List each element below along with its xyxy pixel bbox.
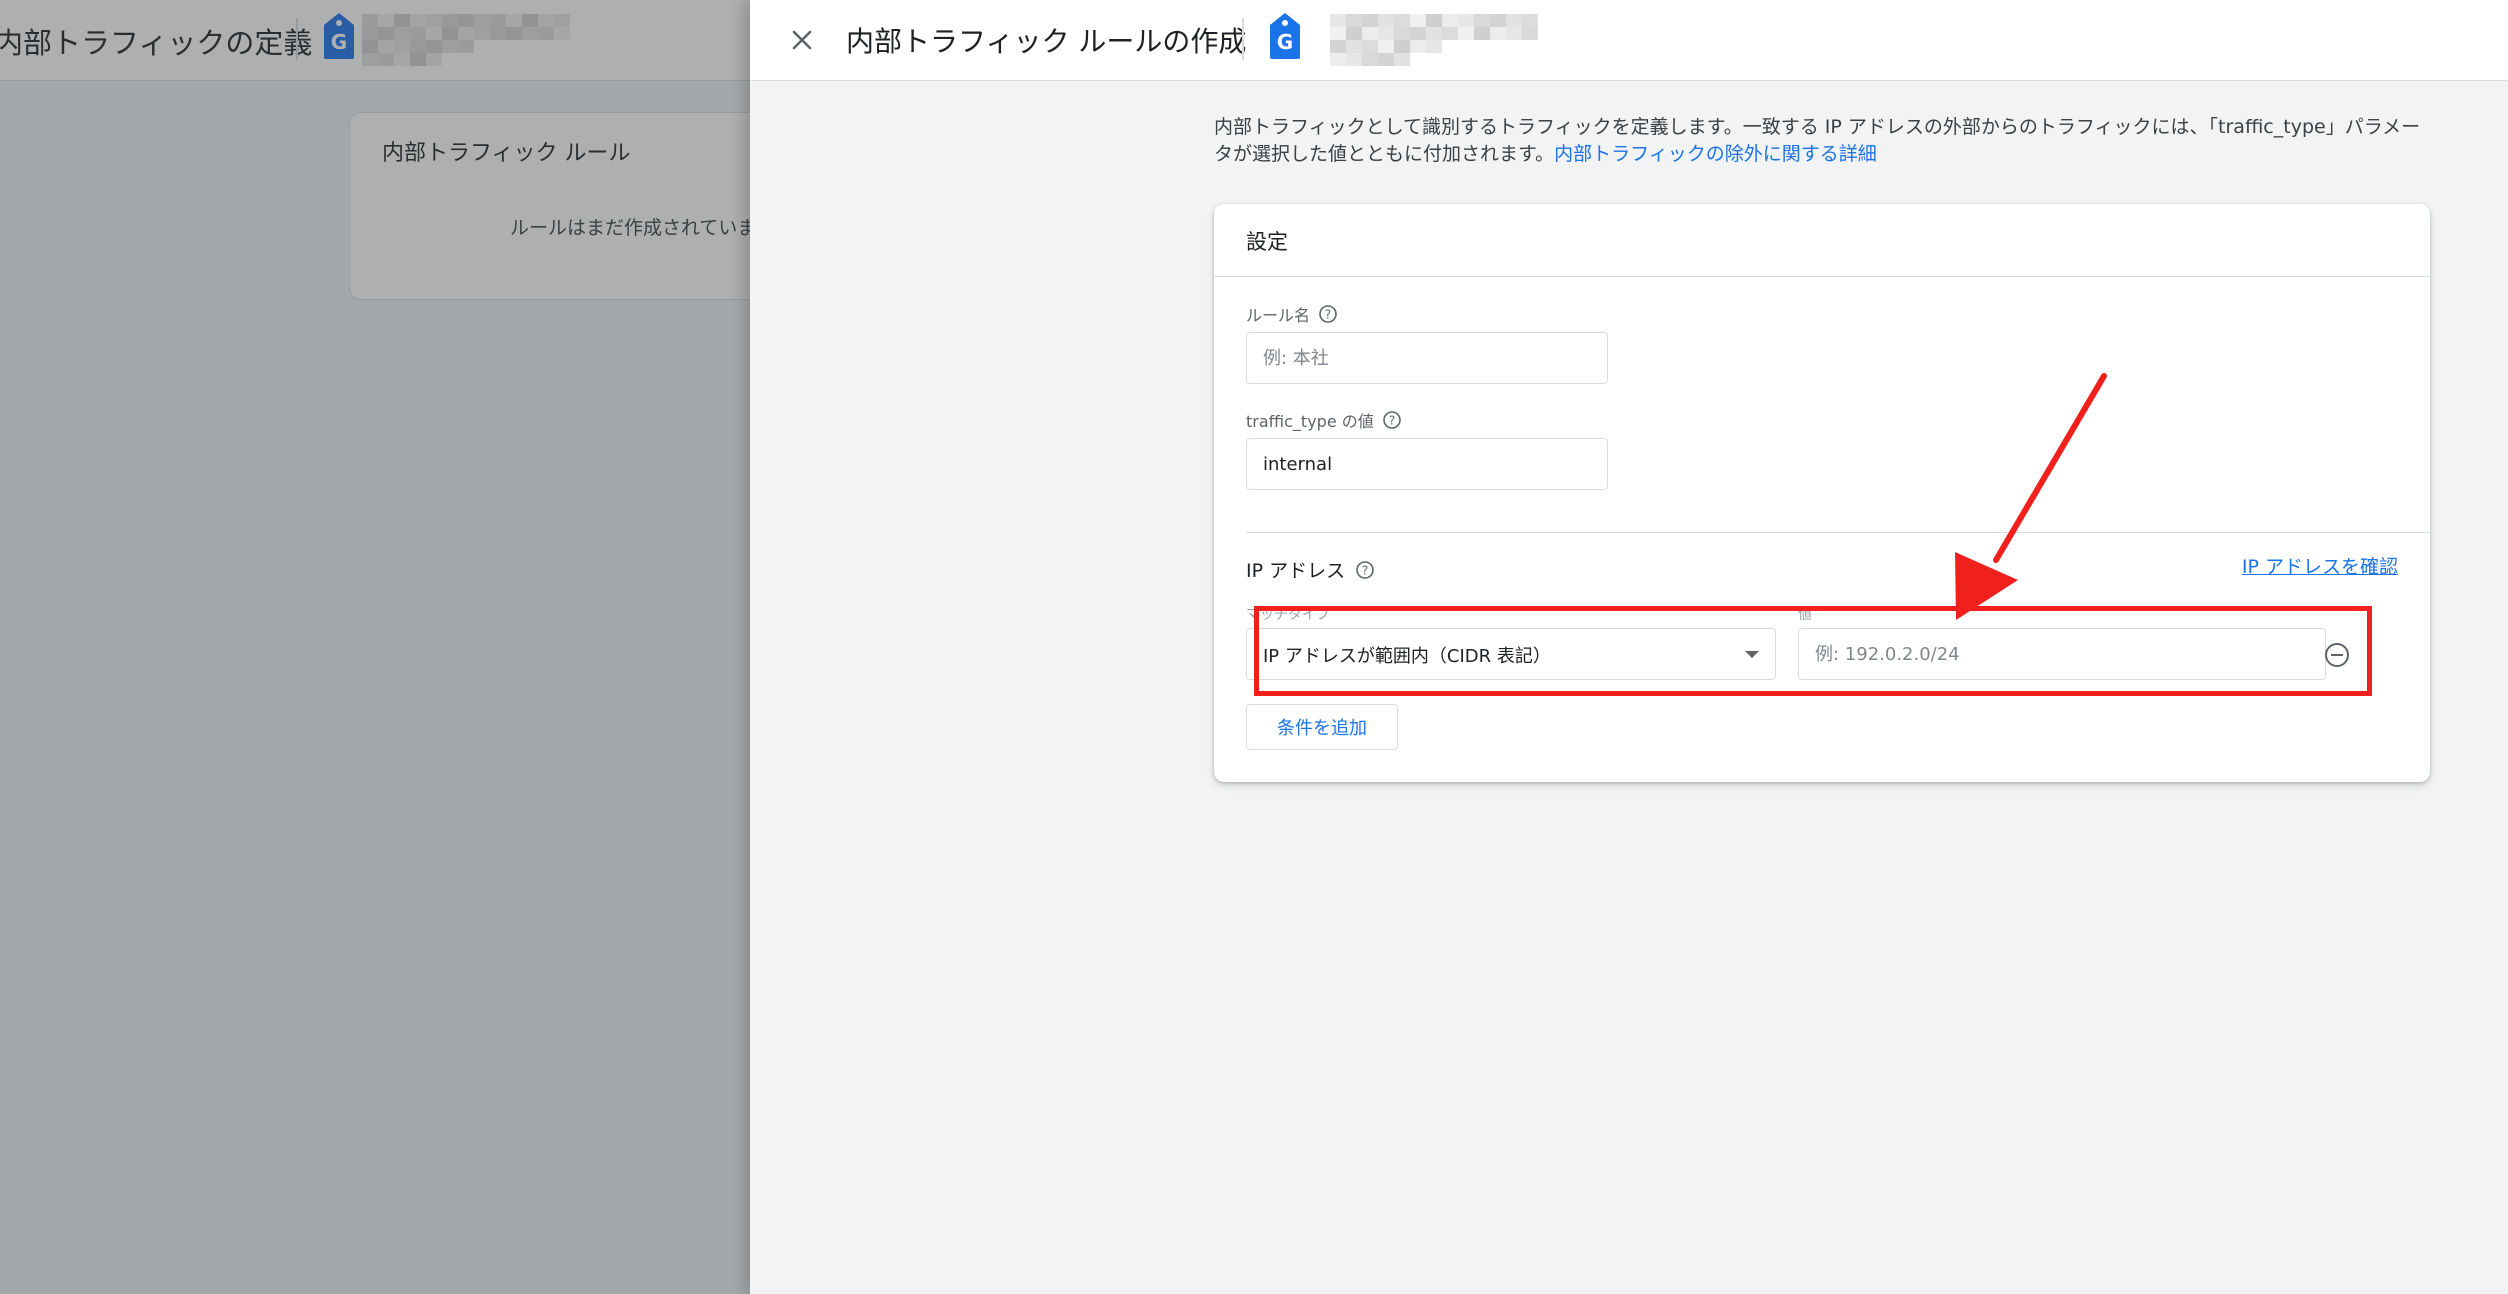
redaction-block [1394,40,1410,53]
redaction-block [1410,14,1426,27]
redaction-block [1378,53,1394,66]
redaction-block [1362,27,1378,40]
redaction-block [1442,53,1458,66]
traffic-type-label-text: traffic_type の値 [1246,412,1374,431]
redaction-block [1490,14,1506,27]
redaction-block [1410,40,1426,53]
redaction-block [1506,14,1522,27]
redaction-block [1506,27,1522,40]
header-divider [1242,18,1244,60]
add-condition-button[interactable]: 条件を追加 [1246,704,1398,750]
redaction-block [1394,53,1410,66]
svg-text:?: ? [1362,563,1368,577]
ip-value-input[interactable] [1798,628,2326,680]
svg-text:?: ? [1389,414,1395,428]
redaction-block [1410,53,1426,66]
redaction-block [1458,40,1474,53]
redaction-block [1426,14,1442,27]
redaction-block [1458,53,1474,66]
traffic-type-label: traffic_type の値 ? [1246,408,1402,432]
rule-name-input[interactable] [1246,332,1608,384]
description-line: タが選択した値とともに付加されます。 [1214,143,1555,165]
redaction-block [1474,27,1490,40]
value-label: 値 [1798,607,1812,623]
redaction-block [1426,40,1442,53]
redaction-block [1362,14,1378,27]
traffic-type-input[interactable] [1246,438,1608,490]
match-type-label: マッチタイプ [1246,607,1330,623]
settings-card: 設定 ルール名 ? traffic_type の値 ? IP アドレス ? [1214,204,2430,782]
redaction-block [1490,53,1506,66]
redaction-block [1410,27,1426,40]
divider [1214,276,2430,277]
redaction-block [1346,14,1362,27]
redaction-block [1490,40,1506,53]
background-page: 内部トラフィックの定義 G 内部トラフィック ルール ルールはまだ作成されていま [0,0,750,1294]
overlay-scrim[interactable] [0,0,750,1294]
match-type-value: IP アドレスが範囲内（CIDR 表記） [1263,646,1551,667]
help-icon[interactable]: ? [1382,410,1402,430]
redaction-block [1346,53,1362,66]
close-icon[interactable] [782,20,822,60]
redaction-block [1330,14,1346,27]
redaction-block [1458,14,1474,27]
redaction-block [1474,14,1490,27]
redaction-block [1378,14,1394,27]
redaction-block [1458,27,1474,40]
redaction-block [1330,40,1346,53]
redaction-block [1346,27,1362,40]
redaction-block [1442,14,1458,27]
redaction-block [1426,27,1442,40]
redaction-block [1362,53,1378,66]
help-icon[interactable]: ? [1318,304,1338,324]
rule-name-label-text: ルール名 [1246,306,1311,325]
redaction-block [1346,40,1362,53]
redaction-block [1506,40,1522,53]
redaction-block [1522,40,1538,53]
redaction-block [1442,40,1458,53]
ip-address-title-text: IP アドレス [1246,560,1346,582]
redaction-block [1506,53,1522,66]
panel-header: 内部トラフィック ルールの作成 G [750,0,2508,81]
svg-text:?: ? [1325,308,1331,322]
redaction-block [1330,27,1346,40]
rule-name-label: ルール名 ? [1246,302,1338,326]
ip-address-section-title: IP アドレス ? [1246,556,1375,583]
redaction-block [1394,14,1410,27]
svg-text:G: G [1277,30,1293,54]
panel-title: 内部トラフィック ルールの作成 [846,25,1247,58]
remove-circle-icon[interactable] [2322,640,2352,670]
redaction-block [1362,40,1378,53]
help-icon[interactable]: ? [1355,560,1375,580]
create-rule-panel: 内部トラフィック ルールの作成 G 内部トラフィックとして識別するトラフィックを… [750,0,2508,1294]
divider [1246,532,2430,533]
google-tag-icon: G [1270,13,1300,59]
redaction-block [1378,27,1394,40]
redaction-block [1474,40,1490,53]
verify-ip-address-link[interactable]: IP アドレスを確認 [2242,552,2398,579]
panel-description: 内部トラフィックとして識別するトラフィックを定義します。一致する IP アドレス… [1214,114,2508,168]
redaction-block [1378,40,1394,53]
redaction-block [1490,27,1506,40]
redaction-block [1442,27,1458,40]
redaction-block [1522,53,1538,66]
redaction-block [1330,53,1346,66]
redaction-block [1522,27,1538,40]
learn-more-link[interactable]: 内部トラフィックの除外に関する詳細 [1554,143,1877,165]
match-type-select[interactable]: IP アドレスが範囲内（CIDR 表記） [1246,628,1776,680]
redaction-block [1474,53,1490,66]
redaction-block [1426,53,1442,66]
redaction-block [1394,27,1410,40]
redaction-block [1522,14,1538,27]
card-title: 設定 [1246,230,1288,254]
redacted-account-name [1330,14,1538,66]
description-line: 内部トラフィックとして識別するトラフィックを定義します。一致する IP アドレス… [1214,116,2421,138]
dropdown-arrow-icon [1745,651,1759,658]
